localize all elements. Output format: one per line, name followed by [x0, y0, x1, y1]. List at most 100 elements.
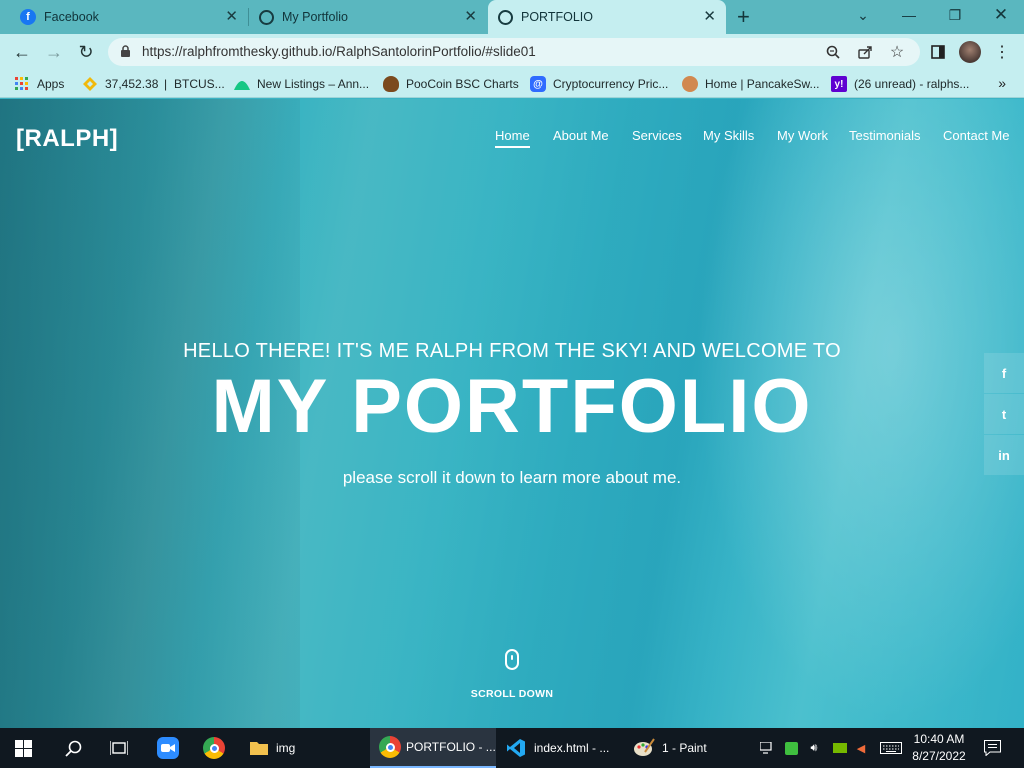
nav-services[interactable]: Services [632, 128, 682, 148]
binance-icon [82, 76, 98, 92]
bookmark-label: Home | PancakeSw... [705, 77, 820, 91]
taskbar-zoom[interactable] [157, 728, 179, 768]
close-window-button[interactable]: ✕ [978, 0, 1024, 30]
linkedin-icon[interactable]: in [984, 435, 1024, 475]
nav-home[interactable]: Home [495, 128, 530, 148]
hero-title: MY PORTFOLIO [211, 364, 813, 449]
taskbar-label: 1 - Paint [662, 741, 707, 755]
tab-search-icon[interactable]: ⌄ [840, 0, 886, 30]
bookmarks-overflow-icon[interactable]: » [998, 75, 1006, 91]
task-view-icon [108, 737, 130, 759]
bookmarks-bar: Apps 37,452.38 | BTCUS... New Listings –… [0, 70, 1024, 98]
menu-icon[interactable]: ⋮ [990, 40, 1014, 64]
tab-portfolio[interactable]: PORTFOLIO ✕ [488, 0, 726, 34]
taskbar-paint[interactable]: 1 - Paint [633, 728, 707, 768]
restore-button[interactable]: ❐ [932, 0, 978, 30]
clock-time: 10:40 AM [913, 732, 965, 746]
nav-my-skills[interactable]: My Skills [703, 128, 754, 148]
globe-icon [498, 9, 513, 25]
nav-testimonials[interactable]: Testimonials [849, 128, 921, 148]
poocoin-icon [383, 76, 399, 92]
chrome-icon [203, 737, 225, 759]
taskbar-chrome-portfolio[interactable]: PORTFOLIO - ... [370, 728, 496, 768]
close-icon[interactable]: ✕ [703, 9, 716, 25]
tab-facebook[interactable]: f Facebook ✕ [0, 0, 248, 34]
social-label: in [998, 447, 1010, 463]
start-button[interactable] [12, 728, 34, 768]
address-bar[interactable]: https://ralphfromthesky.github.io/RalphS… [108, 38, 920, 66]
bookmark-price[interactable]: 37,452.38 [82, 75, 158, 93]
clock-date: 8/27/2022 [912, 749, 966, 763]
coingecko-icon: @ [530, 76, 546, 92]
scroll-down-link[interactable]: SCROLL DOWN [0, 688, 1024, 700]
taskbar-folder-img[interactable]: img [248, 728, 295, 768]
bookmark-new-listings[interactable]: New Listings – Ann... [234, 75, 369, 93]
bookmark-crypto-prices[interactable]: @ Cryptocurrency Pric... [530, 75, 668, 93]
muted-speaker-icon[interactable]: ◀ [853, 740, 869, 756]
nav-contact-me[interactable]: Contact Me [943, 128, 1009, 148]
nav-about-me[interactable]: About Me [553, 128, 609, 148]
bookmark-label: New Listings – Ann... [257, 77, 370, 91]
forward-button[interactable]: → [42, 40, 66, 64]
taskbar-chrome[interactable] [203, 728, 225, 768]
apps-grid-icon [14, 76, 30, 92]
bookmark-pancakeswap[interactable]: Home | PancakeSw... [682, 75, 820, 93]
windows-taskbar: img PORTFOLIO - ... index.html - ... 1 -… [0, 728, 1024, 768]
close-icon[interactable]: ✕ [225, 9, 238, 25]
search-button[interactable] [62, 728, 84, 768]
bookmark-separator: | [164, 77, 168, 91]
tab-title: My Portfolio [282, 10, 348, 24]
bookmark-apps[interactable]: Apps [14, 75, 64, 93]
url-text: https://ralphfromthesky.github.io/RalphS… [142, 44, 536, 59]
bookmark-poocoin[interactable]: PooCoin BSC Charts [383, 75, 519, 93]
coinmarket-icon [234, 76, 250, 92]
tab-title: PORTFOLIO [521, 10, 594, 24]
site-logo[interactable]: [RALPH] [16, 125, 118, 153]
bookmark-star-icon[interactable]: ☆ [888, 43, 906, 61]
speaker-volume-icon[interactable]: 🔊︎ [806, 740, 822, 756]
yahoo-icon: y! [831, 76, 847, 92]
mouse-icon[interactable] [505, 649, 519, 670]
new-tab-button[interactable]: + [737, 4, 750, 30]
taskbar-vscode[interactable]: index.html - ... [505, 728, 609, 768]
folder-icon [248, 737, 270, 759]
share-icon[interactable] [856, 43, 874, 61]
taskbar-label: PORTFOLIO - ... [406, 740, 496, 754]
globe-icon [259, 9, 274, 25]
vscode-icon [505, 737, 527, 759]
tab-title: Facebook [44, 10, 99, 24]
bookmark-yahoo-mail[interactable]: y! (26 unread) - ralphs... [831, 75, 969, 93]
notifications-icon[interactable] [983, 740, 1001, 756]
bookmark-label: (26 unread) - ralphs... [854, 77, 970, 91]
bookmark-label: Apps [37, 77, 65, 91]
twitter-icon[interactable]: t [984, 394, 1024, 434]
zoom-icon[interactable] [824, 43, 842, 61]
tab-my-portfolio[interactable]: My Portfolio ✕ [249, 0, 487, 34]
system-clock[interactable]: 10:40 AM 8/27/2022 [906, 731, 972, 765]
lock-icon [120, 45, 131, 63]
reload-button[interactable]: ↻ [74, 40, 98, 64]
taskbar-label: index.html - ... [534, 741, 610, 755]
windows-icon [12, 737, 34, 759]
profile-avatar[interactable] [958, 40, 982, 64]
nvidia-icon[interactable] [832, 740, 848, 756]
task-view-button[interactable] [108, 728, 130, 768]
bookmark-btcusd[interactable]: BTCUS... [174, 75, 225, 93]
back-button[interactable]: ← [10, 40, 34, 64]
browser-toolbar: ← → ↻ https://ralphfromthesky.github.io/… [0, 34, 1024, 70]
minimize-button[interactable]: — [886, 0, 932, 30]
media-icon[interactable] [783, 740, 799, 756]
bookmark-label: Cryptocurrency Pric... [553, 77, 669, 91]
chrome-icon [379, 736, 401, 758]
keyboard-icon[interactable] [880, 740, 902, 756]
portfolio-hero: [RALPH] Home About Me Services My Skills… [0, 99, 1024, 729]
side-panel-icon[interactable] [926, 40, 950, 64]
hero-note: please scroll it down to learn more abou… [342, 468, 682, 487]
nav-my-work[interactable]: My Work [777, 128, 828, 148]
facebook-icon[interactable]: f [984, 353, 1024, 393]
network-device-icon[interactable] [759, 740, 775, 756]
bookmark-label: BTCUS... [174, 77, 225, 91]
hero-subtitle: HELLO THERE! IT'S ME RALPH FROM THE SKY!… [183, 340, 841, 362]
close-icon[interactable]: ✕ [464, 9, 477, 25]
social-label: f [1001, 365, 1007, 381]
